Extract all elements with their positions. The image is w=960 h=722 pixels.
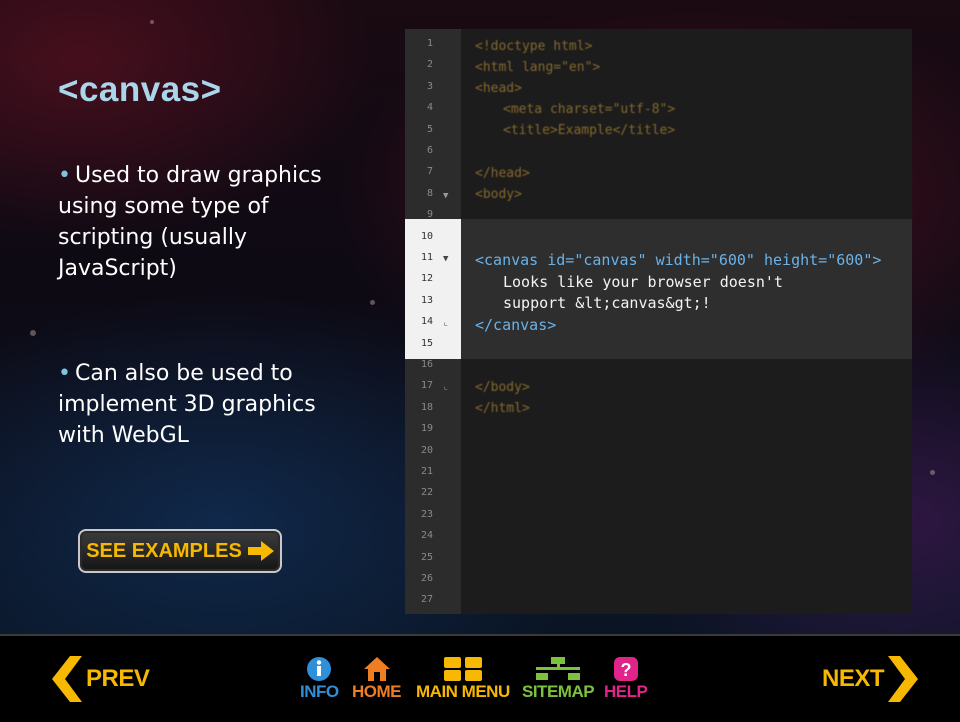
info-icon: [307, 657, 332, 681]
home-icon: [363, 657, 390, 681]
line-number: 5: [426, 123, 433, 135]
line-number: 6: [426, 145, 433, 156]
line-number: 7: [426, 166, 433, 178]
line-number: 19: [420, 423, 433, 435]
code-line: Looks like your browser doesn't: [503, 273, 783, 291]
code-line: <html lang="en">: [475, 60, 601, 75]
line-number: 18: [420, 401, 433, 413]
line-number: 25: [420, 551, 433, 563]
see-examples-button[interactable]: SEE EXAMPLES: [78, 529, 282, 573]
svg-text:?: ?: [620, 660, 631, 680]
code-line: </body>: [475, 380, 530, 395]
line-number: 2: [426, 59, 433, 71]
chevron-left-icon: [52, 656, 82, 702]
line-number: 8: [426, 187, 433, 199]
help-label: HELP: [604, 682, 648, 701]
line-number: 23: [420, 508, 433, 520]
bullet-marker: •: [58, 163, 71, 188]
main-menu-label: MAIN MENU: [416, 682, 510, 701]
line-number: 12: [420, 273, 433, 285]
line-number: 11: [420, 252, 433, 263]
code-line: <head>: [475, 81, 522, 96]
code-line: <canvas id="canvas" width="600" height="…: [475, 251, 882, 269]
line-number: 22: [420, 487, 433, 499]
line-number: 4: [426, 102, 433, 114]
chevron-right-icon: [888, 656, 919, 702]
help-icon: ?: [613, 657, 638, 681]
line-number: 13: [420, 294, 433, 306]
bullet-point: • Can also be used to implement 3D graphi…: [58, 358, 368, 451]
see-examples-label: SEE EXAMPLES: [86, 539, 242, 562]
line-number: 9: [426, 209, 433, 221]
home-label: HOME: [352, 682, 402, 701]
bullet-marker: •: [58, 361, 71, 386]
sitemap-button[interactable]: SITEMAP: [522, 656, 595, 702]
fold-arrow-icon: ▼: [443, 254, 449, 264]
info-button[interactable]: INFO: [300, 656, 339, 702]
code-line: </head>: [475, 166, 530, 181]
fold-end-icon: ⌞: [443, 318, 449, 328]
sitemap-label: SITEMAP: [522, 682, 595, 701]
arrow-right-icon: [247, 541, 274, 561]
code-line: <!doctype html>: [475, 39, 593, 54]
line-number: 3: [426, 80, 433, 92]
code-line: support &lt;canvas&gt;!: [503, 294, 711, 312]
fold-arrow-icon: ▼: [443, 191, 449, 201]
next-button[interactable]: NEXT: [822, 656, 919, 702]
next-label: NEXT: [822, 665, 885, 692]
sparkle: [930, 470, 935, 475]
line-number: 17: [420, 380, 433, 392]
line-number: 1: [426, 38, 433, 49]
main-menu-button[interactable]: MAIN MENU: [416, 656, 510, 702]
line-number: 16: [420, 359, 433, 370]
home-button[interactable]: HOME: [352, 656, 402, 702]
line-number: 15: [420, 337, 433, 349]
code-line: </html>: [475, 401, 530, 416]
sparkle: [150, 20, 154, 24]
code-line: </canvas>: [475, 316, 557, 334]
bullet-point: • Used to draw graphics using some type o…: [58, 160, 368, 284]
line-number: 27: [420, 594, 433, 606]
slide-title: <canvas>: [58, 70, 222, 109]
fold-end-icon: ⌞: [443, 382, 449, 392]
line-number: 10: [420, 230, 433, 242]
prev-button[interactable]: PREV: [52, 656, 150, 702]
line-number: 14: [420, 316, 433, 328]
sparkle: [30, 330, 36, 336]
code-line: <title>Example</title>: [503, 123, 676, 138]
help-button[interactable]: ? HELP: [604, 656, 648, 702]
code-line: <body>: [475, 187, 522, 202]
line-number: 24: [420, 530, 433, 542]
info-label: INFO: [300, 682, 339, 701]
prev-label: PREV: [86, 665, 150, 692]
line-number: 26: [420, 573, 433, 584]
code-line: <meta charset="utf-8">: [503, 102, 676, 117]
line-number: 20: [420, 444, 433, 456]
grid-icon: [443, 657, 482, 681]
sparkle: [370, 300, 375, 305]
line-number: 21: [420, 466, 433, 477]
navigation-bar: PREV INFO HOME MAIN MENU SITEMAP ? HELP …: [0, 634, 960, 722]
bullet-text: Can also be used to implement 3D graphic…: [58, 361, 316, 448]
bullet-text: Used to draw graphics using some type of…: [58, 163, 322, 281]
code-editor-screenshot: 1 2 3 4 5 6 7 8 9 10 11 12 13 14 15 16 17 18 19 20 21 22 23 24 2…: [405, 29, 912, 614]
sitemap-icon: [536, 657, 581, 680]
